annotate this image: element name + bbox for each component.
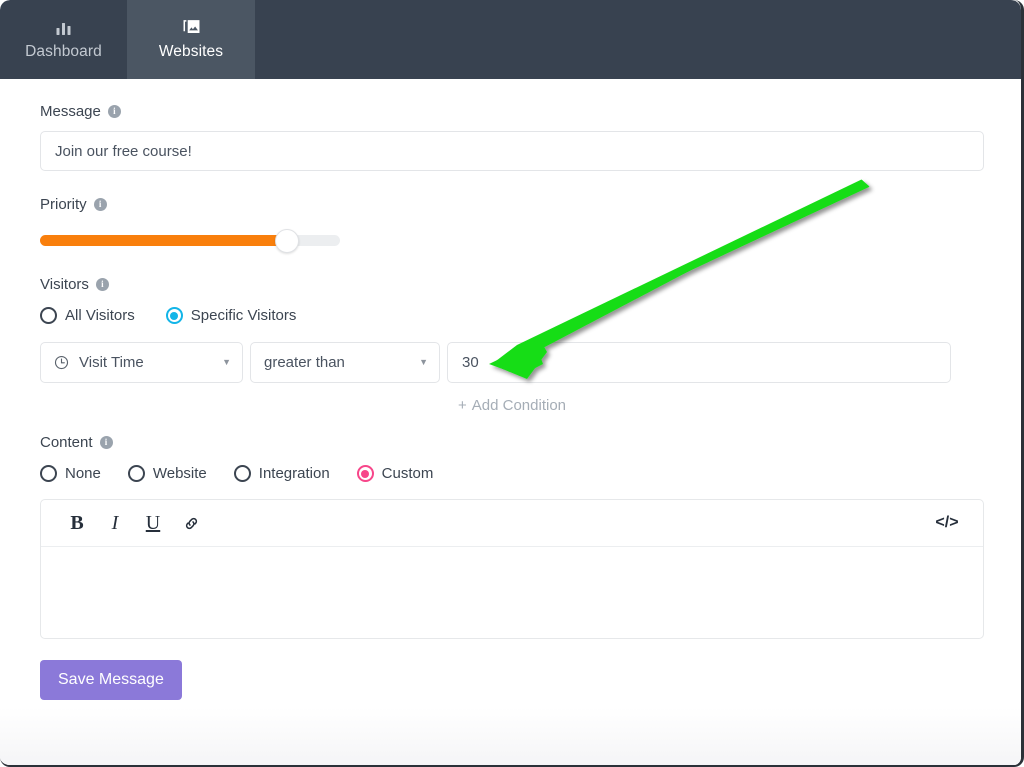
- editor-toolbar: B I U </>: [41, 500, 983, 547]
- radio-content-integration-label: Integration: [258, 465, 330, 482]
- radio-content-none[interactable]: None: [40, 465, 101, 482]
- radio-content-website-mark[interactable]: [127, 465, 145, 482]
- priority-slider[interactable]: [40, 229, 340, 253]
- underline-button[interactable]: U: [134, 500, 172, 546]
- rich-text-editor: B I U </>: [40, 499, 984, 639]
- visitors-label-row: Visitors i: [40, 276, 981, 293]
- radio-all-visitors[interactable]: All Visitors: [40, 307, 135, 324]
- radio-content-website[interactable]: Website: [127, 465, 207, 482]
- radio-specific-visitors-label: Specific Visitors: [190, 307, 297, 324]
- condition-operator-select[interactable]: greater than ▼: [250, 342, 440, 383]
- radio-content-custom-mark[interactable]: [356, 465, 374, 482]
- message-label: Message: [40, 103, 101, 120]
- tab-dashboard[interactable]: Dashboard: [0, 0, 127, 79]
- chevron-down-icon-operator: ▼: [419, 357, 428, 367]
- content-label: Content: [40, 434, 93, 451]
- condition-value-input[interactable]: [447, 342, 951, 383]
- priority-label-row: Priority i: [40, 196, 981, 213]
- radio-all-visitors-mark[interactable]: [40, 307, 57, 324]
- italic-button[interactable]: I: [96, 500, 134, 546]
- plus-icon: +: [458, 397, 467, 414]
- add-condition-button[interactable]: + Add Condition: [40, 397, 984, 414]
- save-message-button[interactable]: Save Message: [40, 660, 182, 700]
- message-settings-form: Message i Priority i Visitors i All Visi…: [0, 79, 1021, 765]
- radio-all-visitors-label: All Visitors: [65, 307, 135, 324]
- message-label-row: Message i: [40, 103, 981, 120]
- bar-chart-icon: [55, 18, 73, 37]
- images-icon: [182, 18, 201, 37]
- radio-content-custom-label: Custom: [381, 465, 434, 482]
- priority-slider-handle[interactable]: [275, 229, 299, 253]
- priority-slider-fill: [40, 235, 286, 246]
- visitors-label: Visitors: [40, 276, 89, 293]
- tab-websites-label: Websites: [158, 43, 224, 60]
- add-condition-label: Add Condition: [471, 397, 566, 414]
- link-icon[interactable]: [172, 500, 210, 546]
- radio-content-none-label: None: [65, 465, 101, 482]
- radio-specific-visitors-mark[interactable]: [165, 307, 183, 324]
- visitors-radio-group: All Visitors Specific Visitors: [40, 307, 981, 324]
- radio-content-custom[interactable]: Custom: [356, 465, 434, 482]
- app-window: Dashboard Websites Message i Priority: [0, 0, 1024, 767]
- priority-label: Priority: [40, 196, 87, 213]
- radio-content-none-mark[interactable]: [40, 465, 57, 482]
- tab-websites[interactable]: Websites: [127, 0, 255, 79]
- radio-content-website-label: Website: [152, 465, 207, 482]
- visitors-info-icon[interactable]: i: [95, 278, 109, 291]
- priority-info-icon[interactable]: i: [93, 198, 107, 211]
- chevron-down-icon-metric: ▼: [222, 357, 231, 367]
- tab-dashboard-label: Dashboard: [25, 43, 102, 60]
- condition-metric-value: Visit Time: [79, 354, 144, 371]
- bold-button[interactable]: B: [58, 500, 96, 546]
- editor-content-area[interactable]: [41, 547, 983, 638]
- condition-operator-value: greater than: [264, 354, 345, 371]
- content-radio-group: None Website Integration Custom: [40, 465, 981, 482]
- top-navigation-bar: Dashboard Websites: [0, 0, 1021, 79]
- content-label-row: Content i: [40, 434, 981, 451]
- content-info-icon[interactable]: i: [99, 436, 113, 449]
- radio-specific-visitors[interactable]: Specific Visitors: [165, 307, 297, 324]
- condition-metric-select[interactable]: Visit Time ▼: [40, 342, 243, 383]
- clock-icon: [54, 355, 69, 370]
- code-view-button[interactable]: </>: [928, 500, 966, 546]
- message-input[interactable]: [40, 131, 984, 171]
- radio-content-integration-mark[interactable]: [233, 465, 251, 482]
- radio-content-integration[interactable]: Integration: [233, 465, 330, 482]
- message-info-icon[interactable]: i: [107, 105, 121, 118]
- condition-row: Visit Time ▼ greater than ▼: [40, 342, 981, 383]
